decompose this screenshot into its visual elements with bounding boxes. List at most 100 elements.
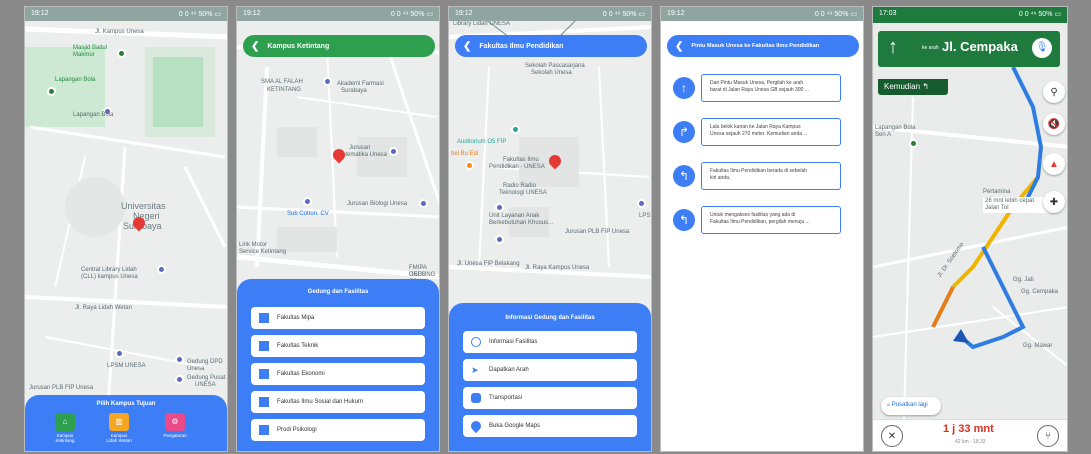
button-label: Fakultas Mipa (277, 315, 315, 321)
then-label: Kemudian (884, 82, 921, 91)
transportation-button[interactable]: Transportasi (463, 387, 637, 409)
status-icons: 0 0 ⁴⁶ 50% ▭ (814, 11, 857, 18)
status-icons: 0 0 ⁴⁶ 50% ▭ (390, 11, 433, 18)
step-line: kiri anda. (710, 175, 731, 181)
search-icon[interactable]: ⚲ (1043, 81, 1065, 103)
navigation-icon: ➤ (471, 365, 479, 375)
report-icon[interactable]: ✚ (1043, 191, 1065, 213)
home-icon[interactable]: ⌂ (55, 413, 75, 431)
status-icons: 0 0 ⁴⁶ 50% ▭ (602, 11, 645, 18)
step-text: Lalu belok kanan ke Jalan Raya Kampus Un… (701, 118, 841, 146)
button-label: Fakultas Ilmu Sosial dan Hukum (277, 399, 364, 405)
facility-button-fish[interactable]: Fakultas Ilmu Sosial dan Hukum (251, 391, 425, 413)
map-label: LPS (639, 213, 651, 219)
close-icon[interactable]: ✕ (881, 425, 903, 447)
route-options-icon[interactable]: ⑂ (1037, 425, 1059, 447)
info-icon (471, 337, 481, 347)
app-bar: ❮ Kampus Ketintang (243, 35, 435, 57)
building-icon[interactable]: ▥ (109, 413, 129, 431)
school-icon[interactable] (419, 199, 428, 208)
toward-label: ke arah (922, 45, 939, 51)
step-line: Lalu belok kanan ke Jalan Raya Kampus (710, 124, 801, 130)
campus-button-ketintang[interactable]: Kampus Ketintang (45, 433, 85, 443)
campus-button-lidah-wetan[interactable]: Kampus Lidah Wetan (99, 433, 139, 443)
map-label: Universitas (121, 201, 166, 211)
facility-button-ekonomi[interactable]: Fakultas Ekonomi (251, 363, 425, 385)
recenter-button[interactable]: ▵ Pusatkan lagi (881, 397, 941, 415)
building-icon (259, 397, 269, 407)
step-item[interactable]: ↰ Fakultas Ilmu Pendidikan berada di seb… (661, 159, 863, 199)
park-icon[interactable] (909, 139, 918, 148)
campus-sheet: Pilih Kampus Tujuan ⌂ ▥ ⚙ Kampus Ketinta… (25, 395, 227, 451)
facility-button-psikologi[interactable]: Prodi Psikologi (251, 419, 425, 441)
step-item[interactable]: ↑ Dari Pintu Masuk Unesa, Pergilah ke ar… (661, 71, 863, 111)
map-label: KETINTANG (267, 87, 301, 93)
school-icon[interactable] (389, 147, 398, 156)
status-time: 17:03 (879, 10, 897, 17)
map-label: Surabaya (341, 88, 367, 94)
place-icon[interactable] (495, 203, 504, 212)
microphone-icon[interactable]: 🎙 (1032, 38, 1052, 58)
turn-right-icon: ↱ (673, 121, 695, 143)
facility-button-mipa[interactable]: Fakultas Mipa (251, 307, 425, 329)
back-arrow-icon[interactable]: ❮ (463, 41, 471, 52)
back-arrow-icon[interactable]: ❮ (675, 41, 683, 52)
button-label: Pengaturan (163, 433, 187, 438)
eta-minutes: 33 (958, 423, 971, 435)
place-icon[interactable] (175, 375, 184, 384)
map-label: Unit Layanan Anak (489, 213, 540, 219)
map-label: UNESA (195, 382, 216, 388)
alt-route-time: 26 mnt lebih cepat (985, 198, 1035, 204)
park-icon[interactable] (47, 87, 56, 96)
place-icon[interactable] (115, 349, 124, 358)
sheet-title: Pilih Kampus Tujuan (96, 401, 156, 407)
sheet-title: Informasi Gedung dan Fasilitas (505, 315, 595, 321)
building-icon (259, 341, 269, 351)
settings-button[interactable]: Pengaturan (155, 433, 195, 438)
navigation-icon: ▵ (887, 402, 891, 408)
map-label: Lapangan Bola (73, 112, 114, 118)
map-label: Pendidikan - UNESA (489, 164, 545, 170)
step-line: Dari Pintu Masuk Unesa, Pergilah ke arah (710, 80, 804, 86)
open-google-maps-button[interactable]: Buka Google Maps (463, 415, 637, 437)
status-time: 19:12 (31, 10, 49, 17)
map-label: bel Bu Edi (451, 151, 479, 157)
app-bar-title: Pintu Masuk Unesa ke Fakultas Ilmu Pendi… (691, 43, 820, 49)
place-icon[interactable] (511, 125, 520, 134)
then-instruction: Kemudian ↰ (878, 79, 948, 95)
status-bar: 19:12 0 0 ⁴⁶ 50% ▭ (449, 7, 651, 21)
step-item[interactable]: ↰ Untuk mengakses fasilitas yang ada di … (661, 203, 863, 243)
mute-icon[interactable]: 🔇 (1043, 113, 1065, 135)
map-label: Jurusan (349, 145, 371, 151)
map-view[interactable]: Jl. Kampus Unesa Masjid Baitul Makmur La… (25, 7, 227, 451)
button-label: Prodi Psikologi (277, 427, 317, 433)
restaurant-icon[interactable] (465, 161, 474, 170)
step-item[interactable]: ↱ Lalu belok kanan ke Jalan Raya Kampus … (661, 115, 863, 155)
map-label: Gedung DPD Unesa (187, 359, 223, 372)
mosque-icon[interactable] (117, 49, 126, 58)
compass-icon[interactable]: ▲ (1043, 153, 1065, 175)
app-bar-title: Fakultas Ilmu Pendidikan (479, 42, 564, 50)
school-icon[interactable] (323, 77, 332, 86)
place-icon[interactable] (637, 199, 646, 208)
place-icon[interactable] (175, 355, 184, 364)
info-facilities-button[interactable]: Informasi Fasilitas (463, 331, 637, 353)
back-arrow-icon[interactable]: ❮ (251, 41, 259, 52)
button-label: Transportasi (489, 395, 523, 401)
app-bar: ❮ Fakultas Ilmu Pendidikan (455, 35, 647, 57)
facility-button-teknik[interactable]: Fakultas Teknik (251, 335, 425, 357)
shop-icon[interactable] (303, 197, 312, 206)
library-icon[interactable] (157, 265, 166, 274)
status-icons: 0 0 ⁴⁶ 50% ▭ (178, 11, 221, 18)
step-line: Unesa sejauh 270 meter. Kemudian anda ..… (710, 131, 808, 137)
status-time: 19:12 (667, 10, 685, 17)
map-label: Akademi Farmasi (337, 81, 384, 87)
map-label: Gg. Mawar (1023, 343, 1053, 349)
get-directions-button[interactable]: ➤ Dapatkan Arah (463, 359, 637, 381)
settings-icon[interactable]: ⚙ (165, 413, 185, 431)
navigation-map[interactable]: Lapangan Bola Seri A 26 mnt lebih cepat … (873, 7, 1067, 451)
eta-unit: mnt (973, 423, 994, 435)
map-label: Sekolah Unesa (531, 70, 572, 76)
place-icon[interactable] (495, 235, 504, 244)
turn-instruction-banner[interactable]: ↑ ke arah Jl. Cempaka 🎙 (878, 31, 1060, 67)
